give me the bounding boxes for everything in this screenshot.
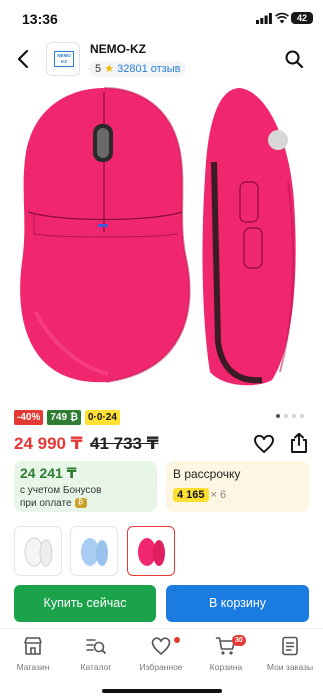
catalog-icon: [86, 639, 106, 654]
variant-blue[interactable]: [70, 526, 118, 576]
bonus-caption: с учетом Бонусов: [20, 485, 102, 496]
pagination-dot: [284, 414, 288, 418]
mouse-side-view: [202, 88, 296, 386]
installment-card[interactable]: В рассрочку 4 165 × 6: [166, 461, 309, 512]
pagination-dot: [300, 414, 304, 418]
search-icon[interactable]: [284, 49, 304, 69]
bonus-caption-payment: при оплате ₿: [20, 498, 87, 509]
reviews-count: 32801 отзыв: [117, 63, 181, 75]
product-image-gallery[interactable]: [0, 82, 323, 402]
cart-count-badge: 30: [232, 635, 246, 646]
store-logo-text: NEMO KZ: [54, 51, 74, 67]
installment-months: × 6: [210, 489, 227, 501]
variant-thumbnail: [138, 538, 165, 566]
discount-badge: -40%: [14, 410, 44, 425]
current-price: 24 990 ₸: [14, 434, 83, 453]
variant-white[interactable]: [14, 526, 62, 576]
wifi-icon: [275, 12, 289, 24]
mouse-top-view: [20, 87, 191, 383]
heart-icon: [151, 637, 171, 655]
nav-item-store[interactable]: Магазин: [1, 633, 65, 677]
installment-label: В рассрочку: [173, 467, 241, 481]
variant-thumbnail: [81, 538, 108, 566]
store-logo[interactable]: NEMO KZ: [46, 42, 80, 76]
bonus-price-card[interactable]: 24 241 ₸ с учетом Бонусов при оплате ₿: [14, 461, 157, 512]
pagination-dot: [292, 414, 296, 418]
store-header: NEMO KZ NEMO-KZ 5 ★ 32801 отзыв: [0, 38, 323, 82]
add-to-cart-button[interactable]: В корзину: [166, 585, 309, 622]
bonus-price: 24 241 ₸: [20, 465, 77, 481]
star-icon: ★: [104, 63, 115, 75]
signal-icon: [256, 13, 272, 24]
nav-item-catalog[interactable]: Каталог: [64, 633, 128, 677]
rating-score: 5: [95, 63, 102, 75]
home-indicator: [102, 689, 222, 693]
store-icon: [24, 637, 42, 655]
store-rating[interactable]: 5 ★ 32801 отзыв: [89, 61, 187, 77]
store-name[interactable]: NEMO-KZ: [90, 42, 146, 56]
installment-value: 4 165 × 6: [173, 488, 227, 502]
old-price: 41 733 ₸: [90, 434, 159, 453]
nav-label: Каталог: [80, 662, 112, 672]
nav-label: Избранное: [139, 662, 183, 672]
installment-monthly: 4 165: [173, 488, 209, 502]
nav-item-favorites[interactable]: Избранное: [129, 633, 193, 677]
bonus-caption-text: при оплате: [20, 498, 72, 509]
promo-badges: -40% 749 ₿ 0·0·24: [14, 410, 120, 425]
product-image: [20, 87, 296, 386]
variant-pink[interactable]: [127, 526, 175, 576]
heart-icon[interactable]: [253, 434, 275, 454]
buy-now-button[interactable]: Купить сейчас: [14, 585, 156, 622]
installment-badge: 0·0·24: [84, 410, 120, 425]
nav-item-cart[interactable]: 30 Корзина: [194, 633, 258, 677]
nav-label: Мои заказы: [266, 662, 314, 672]
nav-item-orders[interactable]: Мои заказы: [258, 633, 322, 677]
orders-icon: [282, 636, 298, 656]
chevron-left-icon[interactable]: [14, 48, 34, 70]
status-bar: 13:36 42: [0, 0, 323, 36]
favorites-indicator: [174, 637, 180, 643]
bonus-coin-icon: ₿: [74, 498, 87, 509]
nav-label: Магазин: [16, 662, 50, 672]
nav-label: Корзина: [209, 662, 243, 672]
status-time: 13:36: [22, 11, 58, 27]
variant-thumbnail: [24, 537, 53, 567]
share-icon[interactable]: [289, 432, 309, 454]
pagination-dot: [276, 414, 280, 418]
battery-icon: 42: [291, 12, 313, 24]
gallery-pagination: [276, 414, 304, 418]
bonus-badge: 749 ₿: [47, 410, 81, 425]
